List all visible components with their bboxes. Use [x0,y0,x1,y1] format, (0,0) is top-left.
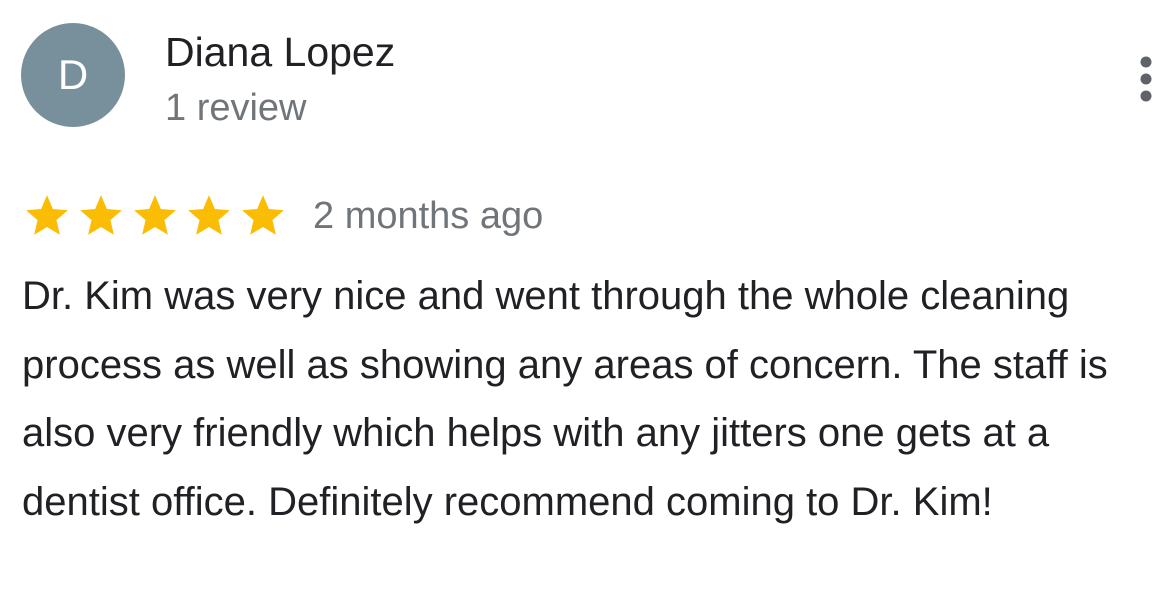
star-icon [22,191,72,241]
rating-row: 2 months ago [22,188,543,244]
review-card: D Diana Lopez 1 review 2 months ago Dr. … [0,0,1174,608]
avatar[interactable]: D [21,23,125,127]
star-icon [238,191,288,241]
reviewer-review-count: 1 review [165,87,307,129]
review-text: Dr. Kim was very nice and went through t… [22,274,1108,524]
star-icon [130,191,180,241]
star-rating [22,191,288,241]
star-icon [76,191,126,241]
more-options-button[interactable] [1128,50,1164,110]
reviewer-name[interactable]: Diana Lopez [165,26,395,78]
star-icon [184,191,234,241]
review-date: 2 months ago [313,195,544,237]
more-vert-icon [1140,56,1152,102]
